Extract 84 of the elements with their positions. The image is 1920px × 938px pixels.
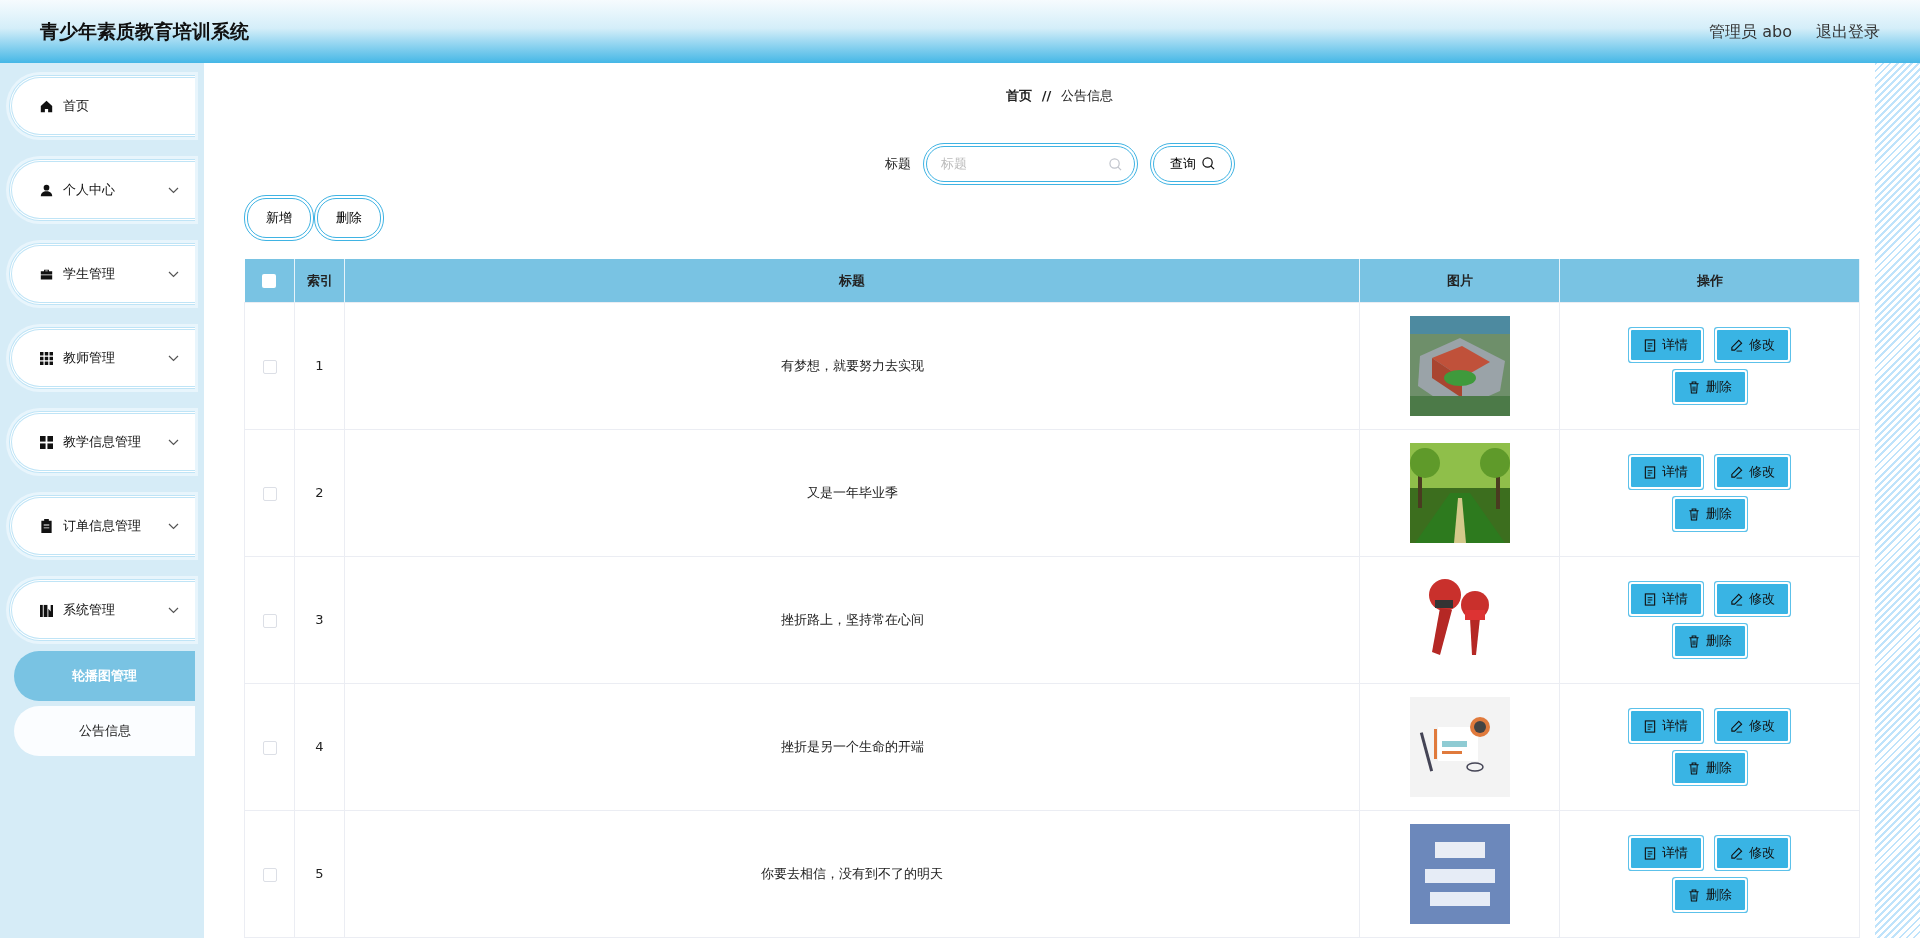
details-button[interactable]: 详情 [1631,838,1701,868]
briefcase-icon [40,267,53,281]
index-cell: 4 [294,683,345,811]
sidebar-item[interactable]: 系统管理 [9,579,195,641]
pencil-icon [1730,338,1743,352]
row-checkbox[interactable] [262,359,277,374]
chevron-icon [168,438,179,446]
search-icon [1201,157,1215,170]
column-header: 图片 [1359,258,1560,303]
breadcrumb-link[interactable]: 首页 [1005,86,1032,106]
breadcrumb-separator: // [1041,87,1052,105]
column-header: 标题 [344,258,1360,303]
trash-icon [1687,380,1700,394]
title-cell: 挫折是另一个生命的开端 [344,683,1360,811]
column-header: 操作 [1559,258,1860,303]
chevron-icon [168,522,179,530]
sidebar-item[interactable]: 学生管理 [9,243,195,305]
trash-icon [1687,888,1700,902]
squares-icon [40,435,53,449]
pencil-icon [1730,592,1743,606]
breadcrumb-link[interactable]: 公告信息 [1061,86,1114,106]
document-icon [1644,846,1656,860]
edit-button[interactable]: 修改 [1717,330,1788,360]
sidebar-item[interactable]: 个人中心 [9,159,195,221]
sidebar-item[interactable]: 订单信息管理 [9,495,195,557]
search-icon [1108,157,1122,171]
delete-button[interactable]: 删除 [1674,753,1745,783]
clipboard-icon [40,519,53,533]
chevron-icon [168,606,179,614]
title-cell: 你要去相信，没有到不了的明天 [344,810,1360,938]
title-cell: 有梦想，就要努力去实现 [344,302,1360,430]
delete-button[interactable]: 删除 [1674,499,1745,529]
document-icon [1644,465,1656,479]
search-label: 标题 [884,154,911,173]
edit-button[interactable]: 修改 [1717,457,1788,487]
pencil-icon [1730,846,1743,860]
row-checkbox[interactable] [262,486,277,501]
query-button[interactable]: 查询 [1149,142,1235,185]
index-cell: 5 [294,810,345,938]
row-checkbox[interactable] [262,740,277,755]
row-checkbox[interactable] [262,613,277,628]
trash-icon [1687,634,1700,648]
details-button[interactable]: 详情 [1631,457,1701,487]
home-icon [40,99,53,113]
delete-button[interactable]: 删除 [1674,880,1745,910]
details-button[interactable]: 详情 [1631,330,1701,360]
title-cell: 挫折路上，坚持常在心间 [344,556,1360,684]
delete-button[interactable]: 删除 [1674,626,1745,656]
document-icon [1644,592,1656,606]
logout-link[interactable]: 退出登录 [1816,19,1880,44]
document-icon [1644,338,1656,352]
pencil-icon [1730,719,1743,733]
trash-icon [1687,761,1700,775]
books-icon [40,603,53,617]
document-icon [1644,719,1656,733]
grid-icon [40,351,53,365]
trash-icon [1687,507,1700,521]
details-button[interactable]: 详情 [1631,584,1701,614]
chevron-icon [168,270,179,278]
details-button[interactable]: 详情 [1631,711,1701,741]
delete-button[interactable]: 删除 [1674,372,1745,402]
person-icon [40,183,53,197]
edit-button[interactable]: 修改 [1717,838,1788,868]
edit-button[interactable]: 修改 [1717,711,1788,741]
select-all-checkbox[interactable] [262,274,277,288]
edit-button[interactable]: 修改 [1717,584,1788,614]
submenu-item[interactable]: 公告信息 [14,706,195,756]
app-title: 青少年素质教育培训系统 [40,19,249,45]
search-field[interactable]: 标题 [922,142,1138,185]
row-checkbox[interactable] [262,867,277,882]
column-header: 索引 [294,258,345,303]
index-cell: 1 [294,302,345,430]
index-cell: 2 [294,429,345,557]
sidebar-item[interactable]: 教师管理 [9,327,195,389]
chevron-icon [168,186,179,194]
sidebar-item[interactable]: 首页 [9,75,195,137]
user-link[interactable]: 管理员 abo [1709,19,1792,44]
chevron-icon [168,354,179,362]
title-cell: 又是一年毕业季 [344,429,1360,557]
sidebar-item[interactable]: 教学信息管理 [9,411,195,473]
add-button[interactable]: 新增 [244,194,314,241]
index-cell: 3 [294,556,345,684]
delete-button[interactable]: 删除 [314,194,384,241]
pencil-icon [1730,465,1743,479]
